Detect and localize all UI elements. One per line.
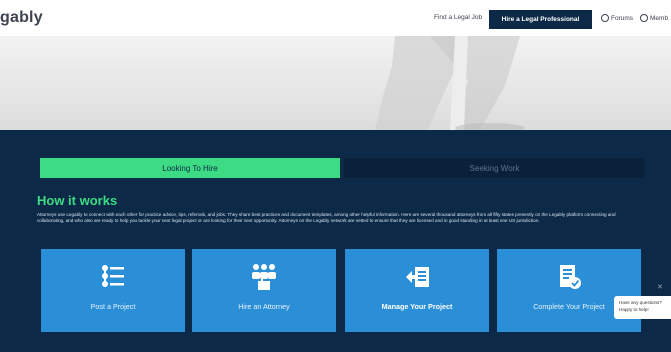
nav-members-label: Memb [650, 14, 669, 22]
hire-legal-professional-button[interactable]: Hire a Legal Professional [489, 10, 592, 29]
how-it-works-description: Attorneys use Legably to connect with ea… [37, 212, 616, 224]
card-manage-project[interactable]: Manage Your Project [345, 249, 489, 332]
card-complete-project[interactable]: Complete Your Project [497, 249, 641, 332]
chat-close-icon[interactable]: ✕ [657, 283, 663, 291]
tab-looking-to-hire[interactable]: Looking To Hire [40, 158, 340, 178]
chat-line-1: Have any questions? [619, 300, 662, 305]
forums-icon [601, 14, 609, 22]
statue-image [375, 36, 525, 130]
logo[interactable]: gably [0, 9, 43, 27]
card-label: Hire an Attorney [238, 302, 290, 311]
people-icon [252, 264, 276, 290]
card-label: Manage Your Project [381, 302, 453, 311]
nav-forums[interactable]: Forums [601, 14, 633, 22]
site-header: gably Find a Legal Job Hire a Legal Prof… [0, 0, 671, 36]
card-label: Post a Project [90, 302, 136, 311]
chat-widget-bubble[interactable]: Have any questions? Happy to help! [614, 296, 671, 319]
manage-icon [406, 267, 429, 287]
how-it-works-title: How it works [37, 193, 118, 208]
nav-forums-label: Forums [611, 14, 634, 22]
chat-line-2: Happy to help! [619, 307, 649, 312]
nav-members[interactable]: Memb [640, 14, 668, 22]
how-it-works-section: Looking To Hire Seeking Work How it work… [0, 130, 671, 352]
nav-find-legal-job[interactable]: Find a Legal Job [434, 14, 482, 21]
document-check-icon [560, 265, 581, 289]
hero-banner [0, 36, 671, 130]
card-post-project[interactable]: Post a Project [41, 249, 185, 332]
tab-seeking-work[interactable]: Seeking Work [344, 158, 645, 178]
members-icon [640, 14, 648, 22]
list-icon [102, 265, 124, 287]
card-hire-attorney[interactable]: Hire an Attorney [192, 249, 336, 332]
